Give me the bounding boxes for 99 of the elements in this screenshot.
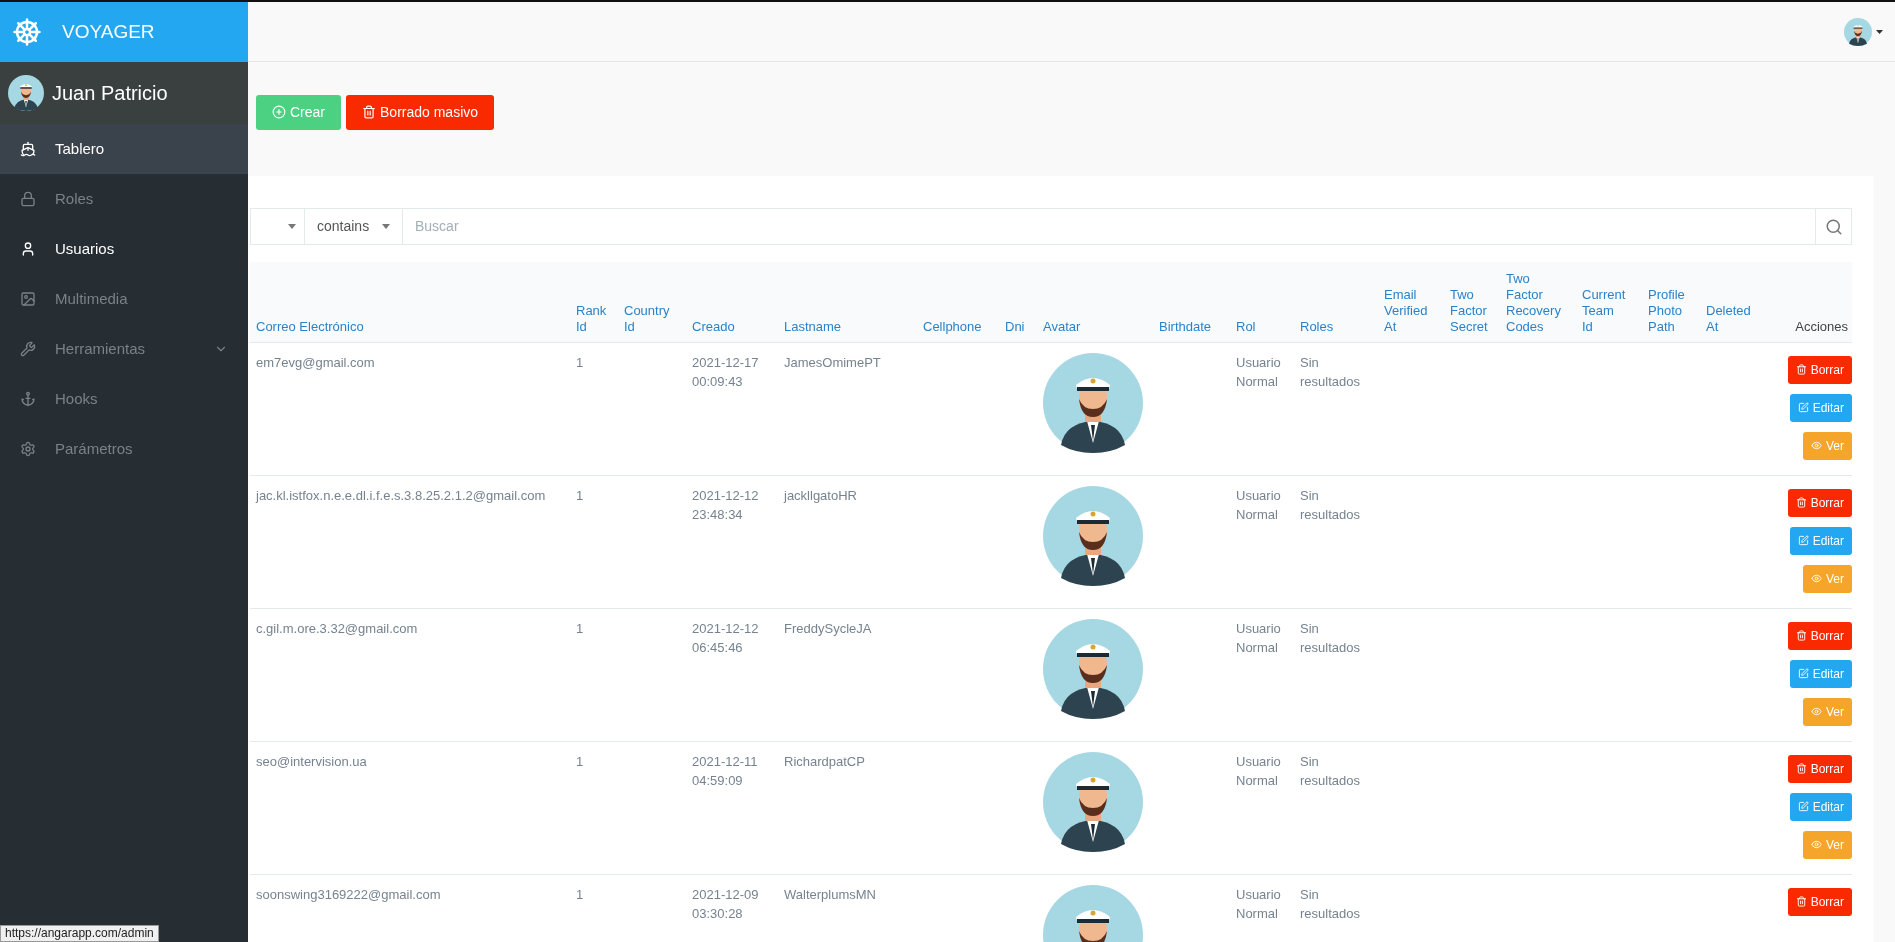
action-button[interactable]: Ver xyxy=(1803,697,1852,726)
table-cell: Usuario Normal xyxy=(1236,753,1281,788)
trash-icon xyxy=(1795,763,1807,774)
gear-icon xyxy=(20,441,36,457)
table-cell: WalterplumsMN xyxy=(784,886,876,902)
trash-icon xyxy=(1795,630,1807,641)
search-button[interactable] xyxy=(1815,208,1852,245)
action-button[interactable]: Borrar xyxy=(1787,621,1852,650)
action-button[interactable]: Editar xyxy=(1789,659,1852,688)
table-cell: 1 xyxy=(576,354,584,370)
caret-icon xyxy=(1876,29,1883,34)
table-cell: FreddySycleJA xyxy=(784,620,872,636)
field-select[interactable] xyxy=(250,208,305,245)
column-header: Acciones xyxy=(1795,318,1848,335)
action-button[interactable]: Editar xyxy=(1789,526,1852,555)
profile-menu[interactable] xyxy=(1844,17,1883,46)
column-header[interactable]: Lastname xyxy=(784,318,842,335)
table-cell: Sin resultados xyxy=(1300,487,1360,522)
table-cell: 2021-12-12 23:48:34 xyxy=(692,487,759,522)
action-button[interactable]: Borrar xyxy=(1787,754,1852,783)
column-header[interactable]: Deleted At xyxy=(1706,302,1751,335)
table-cell: 1 xyxy=(576,753,584,769)
table-cell: jac.kl.istfox.n.e.e.dl.i.f.e.s.3.8.25.2.1.2@gmail.com xyxy=(256,487,546,503)
table-cell: 1 xyxy=(576,886,584,902)
table-cell: soonswing3169222@gmail.com xyxy=(256,886,441,902)
edit-icon xyxy=(1797,402,1809,413)
trash-icon xyxy=(362,105,376,119)
brand-title: VOYAGER xyxy=(62,19,155,44)
eye-icon xyxy=(1811,839,1822,850)
sidebar-item[interactable]: Tablero xyxy=(0,124,248,174)
anchor-icon xyxy=(20,391,36,407)
search-field[interactable]: Buscar xyxy=(403,208,1815,245)
wrench-icon xyxy=(20,341,36,357)
column-header[interactable]: Two Factor Recovery Codes xyxy=(1506,270,1561,335)
trash-icon xyxy=(1795,497,1807,508)
profile-avatar xyxy=(1844,17,1872,46)
action-button[interactable]: Borrar xyxy=(1787,887,1852,916)
trash-icon xyxy=(1795,896,1807,907)
action-button[interactable]: Borrar xyxy=(1787,355,1852,384)
column-header[interactable]: Avatar xyxy=(1043,318,1081,335)
table-cell: Sin resultados xyxy=(1300,886,1360,921)
column-header[interactable]: Creado xyxy=(692,318,735,335)
status-url: https://angarapp.com/admin xyxy=(0,925,159,942)
table-cell: 2021-12-17 00:09:43 xyxy=(692,354,759,389)
table-cell: Sin resultados xyxy=(1300,620,1360,655)
table-cell: Sin resultados xyxy=(1300,753,1360,788)
lock-icon xyxy=(20,191,36,207)
user-avatar xyxy=(8,75,44,111)
column-header[interactable]: Profile Photo Path xyxy=(1648,286,1685,335)
ship-icon xyxy=(20,141,36,157)
column-header[interactable]: Dni xyxy=(1005,318,1025,335)
column-header[interactable]: Two Factor Secret xyxy=(1450,286,1488,335)
table-cell: Usuario Normal xyxy=(1236,620,1281,655)
column-header[interactable]: Current Team Id xyxy=(1582,286,1626,335)
table-cell: seo@intervision.ua xyxy=(256,753,367,769)
user-name: Juan Patricio xyxy=(52,81,168,106)
image-icon xyxy=(20,291,36,307)
table-cell: JamesOmimePT xyxy=(784,354,881,370)
ship-wheel-icon xyxy=(12,17,42,47)
table-cell: 2021-12-11 04:59:09 xyxy=(692,753,758,788)
edit-icon xyxy=(1797,801,1809,812)
edit-icon xyxy=(1797,535,1809,546)
toolbar-button[interactable]: Borrado masivo xyxy=(346,94,495,130)
action-button[interactable]: Borrar xyxy=(1787,488,1852,517)
eye-icon xyxy=(1811,440,1822,451)
table-cell: 1 xyxy=(576,487,584,503)
eye-icon xyxy=(1811,706,1822,717)
table-cell: Usuario Normal xyxy=(1236,354,1281,389)
table-cell: c.gil.m.ore.3.32@gmail.com xyxy=(256,620,418,636)
column-header[interactable]: Correo Electrónico xyxy=(256,318,570,335)
caret-icon xyxy=(288,224,296,229)
table-cell: Usuario Normal xyxy=(1236,886,1281,921)
plus-circle-icon xyxy=(272,105,286,119)
table-cell: 1 xyxy=(576,620,584,636)
action-button[interactable]: Editar xyxy=(1789,792,1852,821)
caret-icon xyxy=(382,224,390,229)
column-header[interactable]: Rol xyxy=(1236,318,1256,335)
table-cell: Sin resultados xyxy=(1300,354,1360,389)
action-button[interactable]: Ver xyxy=(1803,830,1852,859)
column-header[interactable]: Roles xyxy=(1300,318,1334,335)
column-header[interactable]: Email Verified At xyxy=(1384,286,1428,335)
table-cell: 2021-12-12 06:45:46 xyxy=(692,620,759,655)
action-button[interactable]: Editar xyxy=(1789,393,1852,422)
column-header[interactable]: Birthdate xyxy=(1159,318,1212,335)
column-header[interactable]: Rank Id xyxy=(576,302,607,335)
column-header[interactable]: Cellphone xyxy=(923,318,982,335)
table-cell: em7evg@gmail.com xyxy=(256,354,375,370)
trash-icon xyxy=(1795,364,1807,375)
action-button[interactable]: Ver xyxy=(1803,564,1852,593)
action-button[interactable]: Ver xyxy=(1803,431,1852,460)
table-cell: RichardpatCP xyxy=(784,753,865,769)
table-cell: Usuario Normal xyxy=(1236,487,1281,522)
eye-icon xyxy=(1811,573,1822,584)
search-icon xyxy=(1824,217,1843,236)
edit-icon xyxy=(1797,668,1809,679)
column-header[interactable]: Country Id xyxy=(624,302,670,335)
user-icon xyxy=(20,241,36,257)
table-cell: jackllgatoHR xyxy=(784,487,857,503)
table-cell: 2021-12-09 03:30:28 xyxy=(692,886,759,921)
